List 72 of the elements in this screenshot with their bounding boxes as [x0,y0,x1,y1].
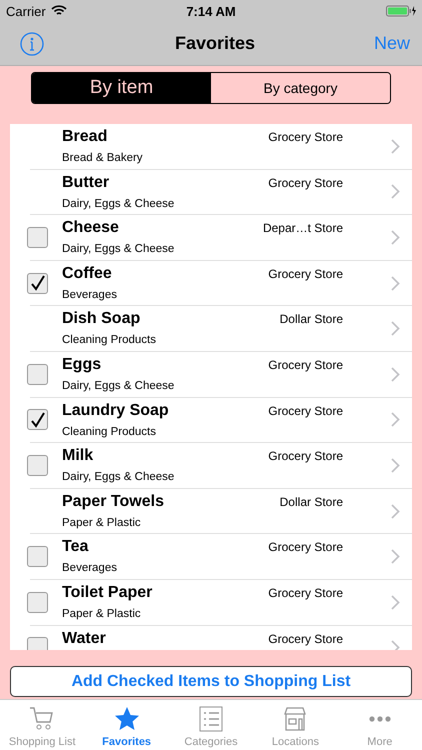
item-name: Bread [62,127,108,147]
tab-bar-item[interactable]: Categories [168,700,254,750]
more-icon [368,716,392,722]
item-category: Paper & Plastic [62,606,142,622]
item-category: Cleaning Products [62,333,157,348]
store-label: Grocery Store [268,266,343,283]
store-label: Grocery Store [268,584,343,602]
list-icon [197,705,226,733]
tab-bar-item[interactable]: Favorites [84,700,169,750]
chevron-icon[interactable] [391,549,400,564]
checkbox[interactable] [27,409,48,430]
tab-bar-item[interactable]: Locations [253,700,338,750]
nav-title: Favorites [174,33,256,54]
chevron-icon[interactable] [391,321,400,336]
chevron-icon[interactable] [391,138,400,154]
store-label: Grocery Store [268,402,343,420]
chevron-icon[interactable] [391,458,400,473]
tab-bar-item[interactable]: More [338,700,422,750]
item-name: Tea [62,537,90,558]
chevron-icon[interactable] [391,184,400,200]
item-name: Milk [62,446,94,466]
item-name: Water [62,628,107,649]
item-name: Dish Soap [62,309,142,330]
item-name: Toilet Paper [62,582,154,603]
item-category: Dairy, Eggs & Cheese [62,470,176,486]
store-label: Grocery Store [268,539,343,556]
checkbox[interactable] [27,592,48,613]
chevron-icon[interactable] [391,230,400,245]
star-icon [112,705,141,733]
store-label: Grocery Store [268,448,343,466]
chevron-icon[interactable] [391,366,400,382]
carrier-label: Carrier [6,4,46,18]
item-category: Dairy, Eggs & Cheese [62,196,176,212]
item-category: Paper & Plastic [62,516,142,531]
checkbox[interactable] [27,226,48,248]
item-category: Dairy, Eggs & Cheese [62,378,176,394]
item-name: Butter [62,172,110,193]
wifi-icon [50,5,67,17]
segment-tab[interactable]: By item [32,73,211,103]
chevron-icon[interactable] [391,412,400,428]
chevron-icon[interactable] [391,276,400,291]
store-label: Grocery Store [268,129,343,146]
checkmark-icon [30,275,46,292]
battery-icon [386,5,416,17]
new-button[interactable]: New [374,33,410,54]
item-category: Dairy, Eggs & Cheese [62,242,176,258]
checkbox[interactable] [27,272,48,294]
item-name: Paper Towels [62,492,165,512]
item-name: Eggs [62,354,102,375]
status-time: 7:14 AM [186,4,236,18]
info-icon[interactable] [20,32,44,56]
item-name: Coffee [62,264,113,284]
item-category: Beverages [62,288,118,303]
store-label: Dollar Store [280,494,343,511]
item-category: Beverages [62,561,118,576]
store-label: Grocery Store [268,356,343,374]
store-label: Grocery Store [268,174,343,192]
store-label: Depar…t Store [262,220,343,238]
checkbox[interactable] [27,546,48,568]
item-category: Cleaning Products [62,424,157,440]
store-label: Grocery Store [268,630,343,648]
checkbox[interactable] [27,364,48,385]
chevron-icon[interactable] [391,594,400,610]
add-checked-button[interactable]: Add Checked Items to Shopping List [10,666,412,697]
tab-bar-item[interactable]: Shopping List [0,700,84,750]
checkmark-icon [30,412,46,428]
chevron-icon[interactable] [391,504,400,519]
checkbox[interactable] [27,454,48,476]
item-category: Bread & Bakery [62,151,144,166]
item-name: Laundry Soap [62,400,170,421]
item-name: Cheese [62,218,120,238]
store-label: Dollar Store [280,311,343,328]
